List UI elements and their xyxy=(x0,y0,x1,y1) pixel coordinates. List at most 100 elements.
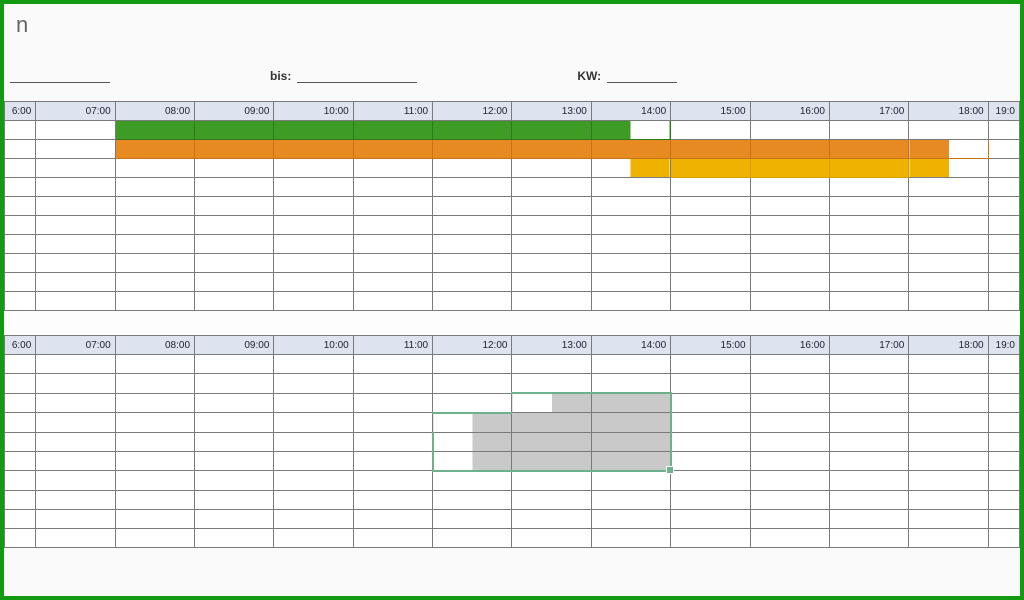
hour-header: 17:00 xyxy=(829,102,908,121)
table-row[interactable] xyxy=(5,471,1020,491)
gantt-bar-orange[interactable] xyxy=(195,140,274,159)
blank-line[interactable] xyxy=(10,68,110,83)
hour-header: 11:00 xyxy=(353,336,432,355)
hour-header: 19:0 xyxy=(988,336,1019,355)
selected-cell[interactable] xyxy=(591,451,670,471)
hour-header: 09:00 xyxy=(195,336,274,355)
selected-cell[interactable] xyxy=(512,413,591,433)
field-kw: KW: xyxy=(577,68,677,83)
table-row[interactable] xyxy=(5,528,1020,547)
gantt-bar-green[interactable] xyxy=(115,121,194,140)
bis-input-line[interactable] xyxy=(297,68,417,83)
gantt-bar-green[interactable] xyxy=(591,121,670,140)
selected-cell[interactable] xyxy=(433,413,512,433)
table-row[interactable] xyxy=(5,178,1020,197)
form-row: bis: KW: xyxy=(16,68,1008,83)
gantt-bar-green[interactable] xyxy=(274,121,353,140)
hour-header: 13:00 xyxy=(512,102,591,121)
section-gap xyxy=(5,311,1020,336)
hour-header: 15:00 xyxy=(671,102,750,121)
selected-cell[interactable] xyxy=(591,432,670,451)
hour-header: 14:00 xyxy=(591,102,670,121)
table-row[interactable] xyxy=(5,235,1020,254)
title-fragment: n xyxy=(16,12,28,37)
field-bis: bis: xyxy=(270,68,417,83)
table-row[interactable] xyxy=(5,432,1020,451)
hour-header: 6:00 xyxy=(5,102,36,121)
gantt-bar-orange[interactable] xyxy=(115,140,194,159)
hour-header: 19:0 xyxy=(988,102,1019,121)
gantt-bar-green[interactable] xyxy=(512,121,591,140)
gantt-bar-orange[interactable] xyxy=(353,140,432,159)
hour-header: 07:00 xyxy=(36,102,115,121)
table-row[interactable] xyxy=(5,355,1020,374)
hour-header: 09:00 xyxy=(195,102,274,121)
hour-header: 07:00 xyxy=(36,336,115,355)
hour-header: 10:00 xyxy=(274,336,353,355)
table-row[interactable] xyxy=(5,393,1020,413)
table-row[interactable] xyxy=(5,197,1020,216)
table-row[interactable] xyxy=(5,374,1020,394)
table-row[interactable] xyxy=(5,273,1020,292)
gantt-bar-green[interactable] xyxy=(195,121,274,140)
table-row[interactable] xyxy=(5,509,1020,528)
selected-cell[interactable] xyxy=(433,451,512,471)
table-row[interactable] xyxy=(5,159,1020,178)
gantt-bar-orange[interactable] xyxy=(591,140,670,159)
selected-cell[interactable] xyxy=(512,393,591,413)
hour-header: 18:00 xyxy=(909,336,988,355)
table-row[interactable] xyxy=(5,254,1020,273)
hour-header: 08:00 xyxy=(115,336,194,355)
hour-header: 12:00 xyxy=(433,336,512,355)
selected-cell[interactable] xyxy=(433,432,512,451)
selected-cell[interactable] xyxy=(512,451,591,471)
hour-header: 12:00 xyxy=(433,102,512,121)
selected-cell[interactable] xyxy=(512,432,591,451)
kw-input-line[interactable] xyxy=(607,68,677,83)
header-area: n bis: KW: xyxy=(4,4,1020,87)
field-blank-1 xyxy=(16,68,110,83)
table-row[interactable] xyxy=(5,140,1020,159)
time-header-row: 6:00 07:00 08:00 09:00 10:00 11:00 12:00… xyxy=(5,102,1020,121)
time-header-row: 6:00 07:00 08:00 09:00 10:00 11:00 12:00… xyxy=(5,336,1020,355)
table-row[interactable] xyxy=(5,292,1020,311)
table-row[interactable] xyxy=(5,490,1020,509)
gantt-bar-gold[interactable] xyxy=(750,159,829,178)
selected-cell[interactable] xyxy=(591,393,670,413)
table-row[interactable] xyxy=(5,121,1020,140)
hour-header: 08:00 xyxy=(115,102,194,121)
selection-handle-icon[interactable] xyxy=(666,466,674,474)
table-row[interactable] xyxy=(5,413,1020,433)
gantt-bar-green[interactable] xyxy=(433,121,512,140)
bis-label: bis: xyxy=(270,69,291,83)
hour-header: 14:00 xyxy=(591,336,670,355)
gantt-bar-orange[interactable] xyxy=(909,140,988,159)
gantt-bar-orange[interactable] xyxy=(750,140,829,159)
gantt-bar-gold[interactable] xyxy=(909,159,988,178)
gantt-bar-gold[interactable] xyxy=(671,159,750,178)
hour-header: 17:00 xyxy=(829,336,908,355)
schedule-table[interactable]: 6:00 07:00 08:00 09:00 10:00 11:00 12:00… xyxy=(4,101,1020,548)
gantt-bar-orange[interactable] xyxy=(512,140,591,159)
hour-header: 10:00 xyxy=(274,102,353,121)
hour-header: 11:00 xyxy=(353,102,432,121)
gantt-bar-orange[interactable] xyxy=(671,140,750,159)
gantt-bar-orange[interactable] xyxy=(274,140,353,159)
hour-header: 15:00 xyxy=(671,336,750,355)
worksheet[interactable]: 6:00 07:00 08:00 09:00 10:00 11:00 12:00… xyxy=(4,101,1020,548)
table-row[interactable] xyxy=(5,451,1020,471)
selected-cell[interactable] xyxy=(591,413,670,433)
spreadsheet-frame: n bis: KW: 6:00 07:00 08:00 xyxy=(0,0,1024,600)
kw-label: KW: xyxy=(577,69,601,83)
hour-header: 18:00 xyxy=(909,102,988,121)
table-row[interactable] xyxy=(5,216,1020,235)
hour-header: 16:00 xyxy=(750,102,829,121)
gantt-bar-orange[interactable] xyxy=(433,140,512,159)
gantt-bar-green[interactable] xyxy=(353,121,432,140)
hour-header: 6:00 xyxy=(5,336,36,355)
gantt-bar-orange[interactable] xyxy=(829,140,908,159)
gantt-bar-gold[interactable] xyxy=(829,159,908,178)
hour-header: 16:00 xyxy=(750,336,829,355)
hour-header: 13:00 xyxy=(512,336,591,355)
gantt-bar-gold[interactable] xyxy=(591,159,670,178)
